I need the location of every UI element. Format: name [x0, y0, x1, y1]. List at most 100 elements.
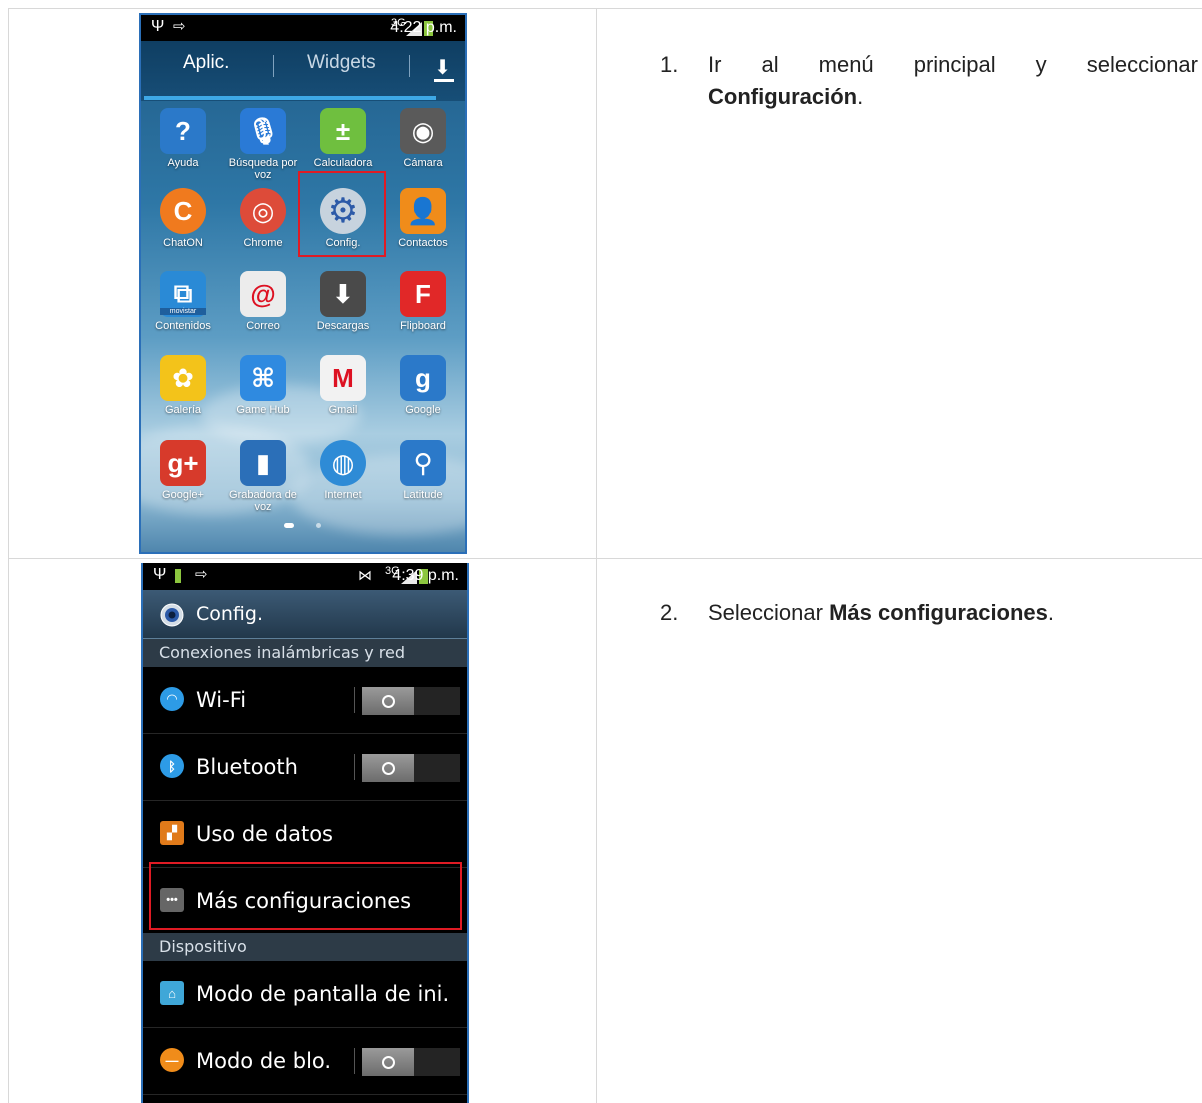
wifi-toggle[interactable]: [362, 687, 460, 715]
bluetooth-label: Bluetooth: [196, 755, 298, 779]
home-screen-mode-row[interactable]: ⌂ Modo de pantalla de ini.: [143, 961, 467, 1028]
config-highlight-box: [298, 171, 386, 257]
app-label: Google+: [162, 489, 204, 501]
gallery-icon: ✿: [160, 355, 206, 401]
block-mode-row[interactable]: — Modo de blo.: [143, 1028, 467, 1095]
settings-header: Config.: [143, 590, 467, 639]
bluetooth-row[interactable]: ᛒ Bluetooth: [143, 734, 467, 801]
app-label: Ayuda: [167, 157, 199, 169]
status-time: 4:39 p.m.: [392, 567, 459, 584]
latitude-icon: ⚲: [400, 440, 446, 486]
step-2-bold: Más configuraciones: [829, 600, 1048, 625]
more-settings-highlight-box: [149, 862, 462, 930]
app-label: Contenidos: [155, 320, 211, 332]
app-label: Calculadora: [313, 157, 373, 169]
wifi-icon: ◠: [160, 687, 184, 711]
app-descargas[interactable]: ⬇ Descargas: [303, 271, 383, 332]
tab-widgets[interactable]: Widgets: [307, 52, 376, 74]
chaton-icon: C: [160, 188, 206, 234]
status-bar: Ψ ⇨ 3G 4:22 p.m.: [141, 15, 465, 41]
app-ayuda[interactable]: ? Ayuda: [143, 108, 223, 169]
table-row-divider: [8, 558, 1202, 559]
wifi-label: Wi-Fi: [196, 688, 247, 712]
help-book-icon: ?: [160, 108, 206, 154]
download-notification-icon: ⇨: [195, 566, 208, 583]
app-label: Grabadora de voz: [229, 489, 297, 513]
app-label: Gmail: [328, 404, 358, 416]
movistar-badge: movistar: [160, 308, 206, 315]
app-grabadora-de-voz[interactable]: ▮ Grabadora de voz: [223, 440, 303, 513]
app-label: Contactos: [398, 237, 448, 249]
app-label: Descargas: [316, 320, 370, 332]
table-border-left: [8, 8, 9, 1103]
app-correo[interactable]: @ Correo: [223, 271, 303, 332]
google-search-icon: g: [400, 355, 446, 401]
home-screen-label: Modo de pantalla de ini.: [196, 982, 450, 1006]
app-label: Game Hub: [236, 404, 290, 416]
app-label: Correo: [246, 320, 280, 332]
settings-screenshot: Ψ ⇨ ⋈ 3G 4:39 p.m. Config. Conexiones in…: [141, 563, 469, 1103]
section-device: Dispositivo: [143, 933, 467, 961]
app-búsqueda-por-voz[interactable]: 🎙 Búsqueda por voz: [223, 108, 303, 181]
movistar-contenidos-icon: ⧉ movistar: [160, 271, 206, 317]
app-cámara[interactable]: ◉ Cámara: [383, 108, 463, 169]
step-1-bold: Configuración: [708, 84, 858, 109]
home-icon: ⌂: [160, 981, 184, 1005]
app-label: Búsqueda por voz: [228, 157, 298, 181]
app-latitude[interactable]: ⚲ Latitude: [383, 440, 463, 501]
internet-globe-icon: ◍: [320, 440, 366, 486]
downloads-icon: ⬇: [320, 271, 366, 317]
bluetooth-icon: ᛒ: [160, 754, 184, 778]
app-chrome[interactable]: ◎ Chrome: [223, 188, 303, 249]
gamepad-icon: ⌘: [240, 355, 286, 401]
page-title: Config.: [196, 603, 264, 625]
tab-apps[interactable]: Aplic.: [183, 52, 229, 74]
microphone-icon: 🎙: [240, 108, 286, 154]
gmail-icon: M: [320, 355, 366, 401]
app-contactos[interactable]: 👤 Contactos: [383, 188, 463, 249]
app-label: Internet: [324, 489, 362, 501]
app-contenidos[interactable]: ⧉ movistar Contenidos: [143, 271, 223, 332]
usb-icon: Ψ: [153, 566, 167, 583]
app-label: Chrome: [243, 237, 283, 249]
app-internet[interactable]: ◍ Internet: [303, 440, 383, 501]
wifi-row[interactable]: ◠ Wi-Fi: [143, 667, 467, 734]
app-label: ChatON: [163, 237, 203, 249]
app-drawer-screenshot: Ψ ⇨ 3G 4:22 p.m. Aplic. Widgets ⬇ ? Ayuda…: [139, 13, 467, 554]
camera-icon: ◉: [400, 108, 446, 154]
app-google[interactable]: g Google: [383, 355, 463, 416]
download-apps-icon[interactable]: ⬇: [434, 55, 455, 82]
contacts-icon: 👤: [400, 188, 446, 234]
block-mode-icon: —: [160, 1048, 184, 1072]
chrome-icon: ◎: [240, 188, 286, 234]
app-label: Flipboard: [400, 320, 446, 332]
active-tab-indicator: [144, 96, 436, 100]
vibrate-icon: ⋈: [358, 567, 372, 583]
app-gmail[interactable]: M Gmail: [303, 355, 383, 416]
settings-gear-icon: [160, 603, 184, 627]
table-border-top: [8, 8, 1202, 9]
app-game-hub[interactable]: ⌘ Game Hub: [223, 355, 303, 416]
data-usage-row[interactable]: ▞ Uso de datos: [143, 801, 467, 868]
app-calculadora[interactable]: ± Calculadora: [303, 108, 383, 169]
status-time: 4:22 p.m.: [390, 19, 457, 36]
flipboard-icon: F: [400, 271, 446, 317]
voice-recorder-icon: ▮: [240, 440, 286, 486]
drawer-tabs: Aplic. Widgets ⬇: [141, 41, 465, 101]
section-wireless: Conexiones inalámbricas y red: [143, 639, 467, 667]
app-galería[interactable]: ✿ Galería: [143, 355, 223, 416]
data-usage-icon: ▞: [160, 821, 184, 845]
status-bar-2: Ψ ⇨ ⋈ 3G 4:39 p.m.: [143, 563, 467, 589]
battery-full-icon: [175, 569, 181, 583]
download-notification-icon: ⇨: [173, 18, 186, 35]
usb-icon: Ψ: [151, 18, 165, 35]
table-column-divider: [596, 8, 597, 1103]
block-mode-toggle[interactable]: [362, 1048, 460, 1076]
app-google-[interactable]: g+ Google+: [143, 440, 223, 501]
email-icon: @: [240, 271, 286, 317]
bluetooth-toggle[interactable]: [362, 754, 460, 782]
app-flipboard[interactable]: F Flipboard: [383, 271, 463, 332]
google-plus-icon: g+: [160, 440, 206, 486]
app-chaton[interactable]: C ChatON: [143, 188, 223, 249]
block-mode-label: Modo de blo.: [196, 1049, 332, 1073]
